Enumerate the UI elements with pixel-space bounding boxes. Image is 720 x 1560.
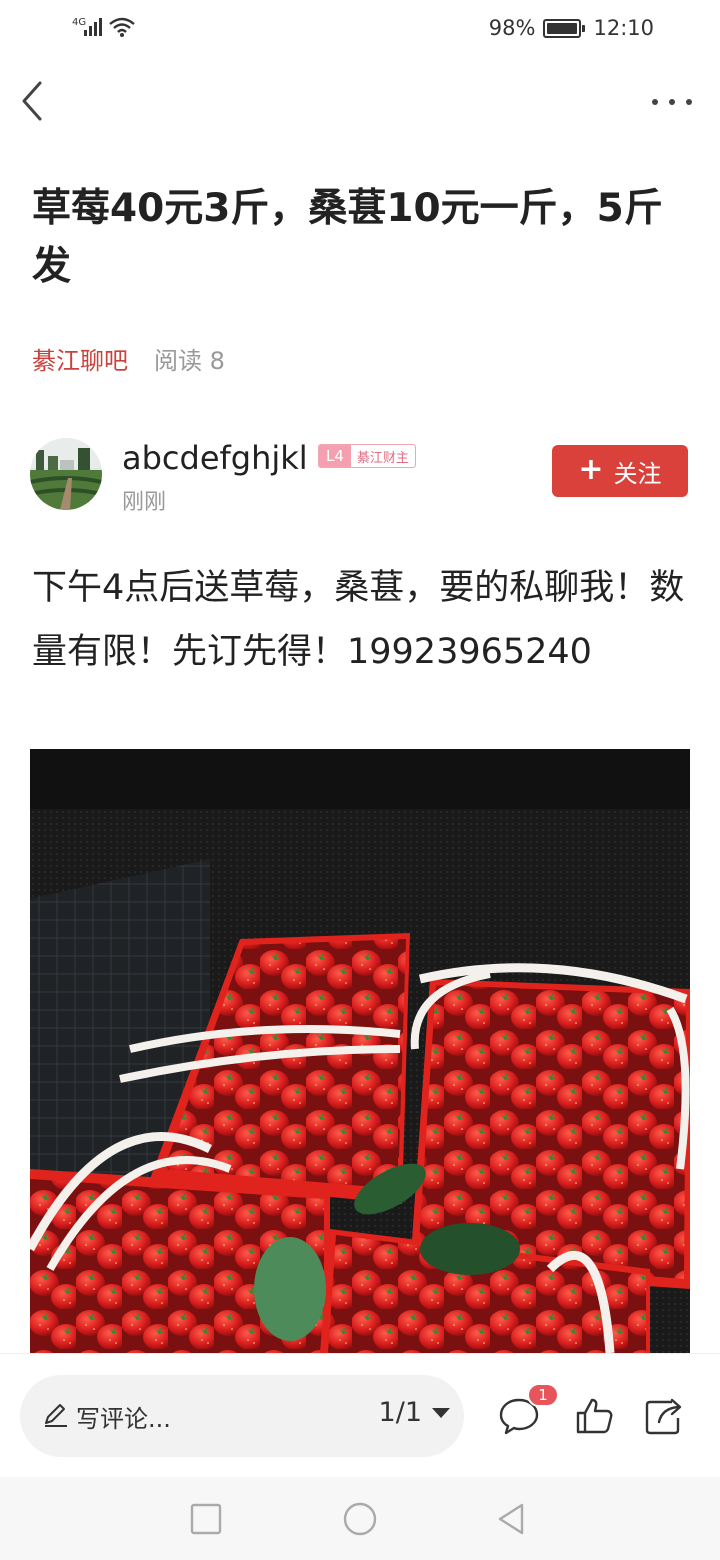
- system-navigation-bar: [0, 1477, 720, 1560]
- pencil-icon: [45, 1404, 67, 1427]
- battery-icon: [543, 18, 586, 38]
- post-body: 下午4点后送草莓，桑葚，要的私聊我！数量有限！先订先得！19923965240: [32, 568, 685, 672]
- circle-icon: [343, 1502, 377, 1536]
- chevron-left-icon: [22, 81, 42, 121]
- title-badge: 綦江财主: [356, 450, 409, 466]
- share-icon: [645, 1398, 682, 1435]
- page-selector[interactable]: 1/1: [379, 1397, 450, 1428]
- triangle-back-icon: [498, 1503, 524, 1535]
- page-indicator-label: 1/1: [378, 1397, 422, 1428]
- bottom-action-bar: 写评论... 1/1 1: [0, 1353, 720, 1477]
- back-button[interactable]: [14, 78, 54, 124]
- system-back-button[interactable]: [492, 1499, 532, 1539]
- follow-label: 关注: [613, 459, 662, 488]
- post-title: 草莓40元3斤，桑葚10元一斤，5斤发: [32, 186, 663, 289]
- comment-placeholder: 写评论...: [76, 1405, 171, 1433]
- caret-down-icon: [432, 1407, 450, 1418]
- thumbs-up-icon: [576, 1398, 613, 1434]
- status-right: 98% 12:10: [489, 14, 654, 42]
- post-meta: 綦江聊吧 阅读 8: [32, 340, 225, 376]
- ellipsis-icon: [652, 99, 658, 105]
- home-button[interactable]: [340, 1499, 380, 1539]
- battery-fill: [547, 22, 577, 34]
- read-count: 阅读 8: [154, 346, 225, 375]
- avatar-image: [30, 438, 102, 510]
- share-button[interactable]: [642, 1394, 686, 1438]
- post-photo[interactable]: [30, 749, 690, 1353]
- battery-percent: 98%: [488, 16, 536, 40]
- like-button[interactable]: [573, 1394, 617, 1438]
- avatar[interactable]: [30, 438, 102, 510]
- recent-apps-button[interactable]: [186, 1499, 226, 1539]
- forum-link[interactable]: 綦江聊吧: [32, 341, 128, 376]
- signal-wifi-icon: 4G: [72, 17, 135, 37]
- post-time: 刚刚: [122, 490, 167, 515]
- strawberries-photo: [30, 749, 690, 1353]
- comment-input[interactable]: 写评论... 1/1: [20, 1375, 464, 1457]
- follow-button[interactable]: + 关注: [552, 445, 688, 497]
- network-type-label: 4G: [72, 17, 86, 28]
- status-bar: 4G 98% 12:10: [0, 0, 720, 56]
- more-options-button[interactable]: [652, 90, 692, 114]
- author-name[interactable]: abcdefghjkl: [122, 436, 308, 480]
- clock: 12:10: [593, 16, 654, 40]
- comment-count-badge: 1: [527, 1383, 559, 1407]
- plus-icon: +: [578, 451, 604, 487]
- level-badge: L4: [319, 445, 351, 467]
- user-badge: L4 綦江财主: [318, 444, 416, 468]
- square-icon: [190, 1503, 222, 1535]
